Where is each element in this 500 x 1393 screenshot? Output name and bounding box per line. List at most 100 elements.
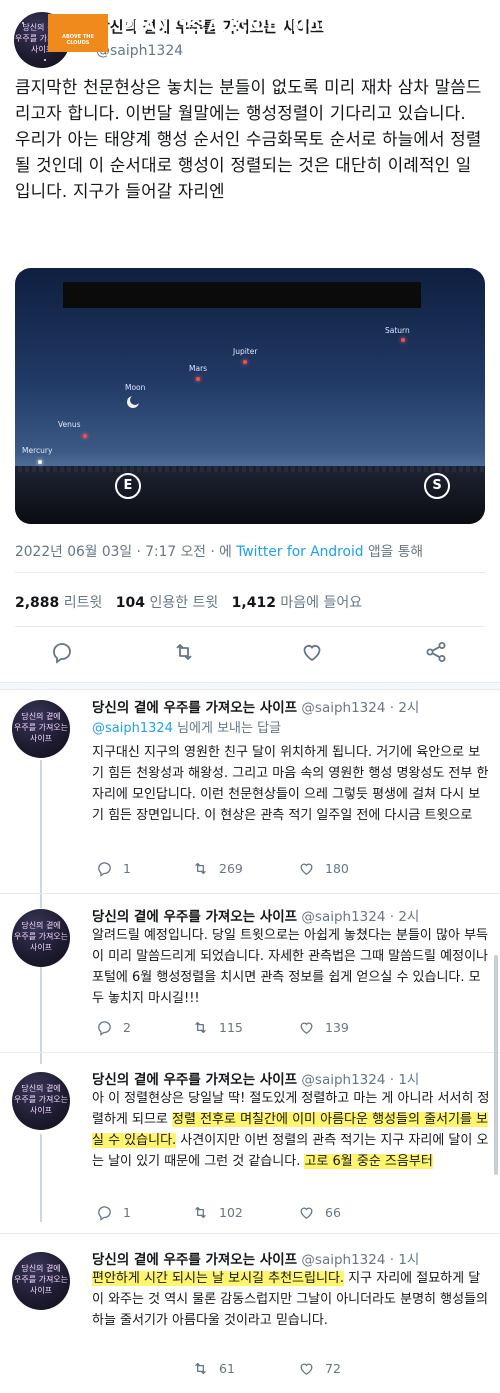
avatar-text-line: 우주를 가져오는 — [13, 932, 69, 941]
mercury-dot — [38, 460, 42, 464]
retweet-count[interactable]: 2,888 — [15, 595, 59, 611]
reply-icon — [98, 862, 111, 877]
like-label[interactable]: 마음에 들어요 — [280, 595, 362, 611]
user-handle[interactable]: @saiph1324 — [96, 43, 183, 59]
retweet-count: 102 — [219, 1205, 243, 1220]
retweet-count: 61 — [219, 1361, 235, 1376]
avatar[interactable]: 당신의 곁에 우주를 가져오는 사이프 — [12, 1252, 70, 1310]
reply-tweet[interactable]: 당신의 곁에 우주를 가져오는 사이프 당신의 곁에 우주를 가져오는 사이프 … — [0, 905, 500, 1045]
share-icon[interactable] — [424, 640, 448, 664]
user-handle[interactable]: @saiph1324 — [301, 1252, 385, 1268]
reply-tweet[interactable]: 당신의 곁에 우주를 가져오는 사이프 당신의 곁에 우주를 가져오는 사이프 … — [0, 696, 500, 888]
venus-dot — [83, 434, 87, 438]
client-suffix: 앱을 통해 — [367, 544, 424, 560]
retweet-icon[interactable] — [172, 640, 196, 664]
reply-button[interactable]: 1 — [96, 1204, 131, 1221]
tweet-stats: 2,888 리트윗 104 인용한 트윗 1,412 마음에 들어요 — [15, 592, 362, 612]
display-name[interactable]: 당신의 곁에 우주를 가져오는 사이프 — [92, 700, 297, 716]
scrollbar-thumb[interactable] — [494, 955, 498, 1175]
reply-button[interactable]: 1 — [96, 860, 131, 877]
reply-icon[interactable] — [50, 640, 74, 664]
reply-count: 1 — [123, 1205, 131, 1220]
avatar-text-line: 사이프 — [29, 943, 53, 952]
quote-label[interactable]: 인용한 트윗 — [149, 595, 218, 611]
reply-header: 당신의 곁에 우주를 가져오는 사이프 @saiph1324 · 2시 — [92, 696, 419, 716]
reply-icon — [98, 1206, 111, 1221]
reply-to-label: 님에게 보내는 답글 — [177, 721, 282, 736]
image-title-banner — [63, 282, 421, 308]
like-count[interactable]: 1,412 — [232, 595, 276, 611]
relative-time: · 1시 — [389, 1072, 420, 1088]
retweet-button[interactable]: 61 — [192, 1360, 235, 1377]
display-name[interactable]: 당신의 곁에 우주를 가져오는 사이프 — [92, 1252, 297, 1268]
client-link[interactable]: Twitter for Android — [236, 544, 363, 560]
divider — [0, 1052, 500, 1053]
avatar[interactable]: 당신의 곁에 우주를 가져오는 사이프 — [12, 1072, 70, 1130]
reply-text: 알려드릴 예정입니다. 당일 트윗으로는 아쉽게 놓쳤다는 분들이 많아 부득이… — [92, 928, 488, 1006]
reply-tweet[interactable]: 당신의 곁에 우주를 가져오는 사이프 당신의 곁에 우주를 가져오는 사이프 … — [0, 1248, 500, 1388]
retweet-button[interactable]: 102 — [192, 1204, 243, 1221]
avatar[interactable]: 당신의 곁에 우주를 가져오는 사이프 — [12, 909, 70, 967]
avatar-text-line: 당신의 곁에 — [21, 921, 61, 930]
highlighted-text: 고로 6월 중순 즈음부터 — [304, 1154, 433, 1169]
planet-label-mars: Mars — [189, 364, 208, 373]
avatar-text-line: 사이프 — [29, 734, 53, 743]
reply-header: 당신의 곁에 우주를 가져오는 사이프 @saiph1324 · 2시 — [92, 905, 419, 925]
like-icon — [300, 1363, 313, 1375]
avatar-text-line: 사이프 — [29, 1106, 53, 1115]
image-title: PLANETS ALIGN IN MORNING SKY — [122, 17, 419, 35]
reply-text: 편안하게 시간 되시는 날 보시길 추천드립니다. 지구 자리에 절묘하게 달이… — [92, 1268, 490, 1331]
relative-time: · 2시 — [389, 909, 420, 925]
avatar[interactable]: 당신의 곁에 우주를 가져오는 사이프 — [12, 700, 70, 758]
retweet-count: 115 — [219, 1020, 243, 1035]
section-separator — [0, 682, 500, 690]
reply-count: 2 — [123, 1020, 131, 1035]
like-icon[interactable] — [300, 640, 324, 664]
like-count: 180 — [325, 861, 349, 876]
image-date: JUNE 24, 2022 — [218, 39, 293, 49]
display-name[interactable]: 당신의 곁에 우주를 가져오는 사이프 — [92, 1072, 297, 1088]
compass-south-icon: S — [424, 473, 450, 499]
avatar-text-line: 우주를 가져오는 — [13, 723, 69, 732]
user-handle[interactable]: @saiph1324 — [301, 909, 385, 925]
avatar-text-line: 사이프 — [29, 1286, 53, 1295]
planet-label-mercury: Mercury — [22, 446, 53, 455]
reply-button[interactable]: 2 — [96, 1019, 131, 1036]
reply-header: 당신의 곁에 우주를 가져오는 사이프 @saiph1324 · 1시 — [92, 1248, 419, 1268]
tweet-actions — [0, 640, 500, 676]
like-button[interactable]: 72 — [298, 1360, 341, 1377]
reply-tweet[interactable]: 당신의 곁에 우주를 가져오는 사이프 당신의 곁에 우주를 가져오는 사이프 … — [0, 1068, 500, 1228]
like-icon — [300, 1207, 313, 1219]
retweet-icon — [195, 862, 206, 875]
retweet-button[interactable]: 115 — [192, 1019, 243, 1036]
above-the-clouds-logo: ABOVE THE CLOUDS — [48, 14, 108, 52]
quote-count[interactable]: 104 — [116, 595, 145, 611]
retweet-label[interactable]: 리트윗 — [64, 595, 103, 611]
like-button[interactable]: 139 — [298, 1019, 349, 1036]
like-button[interactable]: 66 — [298, 1204, 341, 1221]
tweet-image[interactable] — [15, 268, 485, 524]
retweet-button[interactable]: 269 — [192, 860, 243, 877]
avatar-star — [44, 59, 46, 61]
user-handle[interactable]: @saiph1324 — [301, 1072, 385, 1088]
divider — [15, 572, 485, 573]
like-icon — [300, 863, 313, 875]
retweet-icon — [195, 1362, 206, 1375]
avatar-text-line: 우주를 가져오는 — [13, 1275, 69, 1284]
main-tweet: 당신의 곁에 우주를 가져오는 사이프 당신의 곁에 우주를 가져오는 사이프 … — [0, 0, 500, 690]
highlighted-text: 편안하게 시간 되시는 날 보시길 추천드립니다. — [92, 1271, 345, 1286]
divider — [0, 1233, 500, 1234]
planet-label-jupiter: Jupiter — [233, 347, 258, 356]
avatar-text-line: 당신의 곁에 — [21, 1264, 61, 1273]
like-button[interactable]: 180 — [298, 860, 349, 877]
tweet-text: 큼지막한 천문현상은 놓치는 분들이 없도록 미리 재차 삼차 말씀드리고자 합… — [15, 77, 482, 201]
reply-actions: 1 269 180 — [92, 860, 492, 880]
display-name[interactable]: 당신의 곁에 우주를 가져오는 사이프 — [92, 909, 297, 925]
user-handle[interactable]: @saiph1324 — [301, 700, 385, 716]
timestamp: 2022년 06월 03일 · 7:17 오전 · 에 — [15, 544, 232, 560]
reply-to-handle[interactable]: @saiph1324 — [92, 721, 173, 736]
reply-text: 지구대신 지구의 영원한 친구 달이 위치하게 됩니다. 거기에 육안으로 보기… — [92, 745, 489, 823]
avatar-text-line: 당신의 곁에 — [21, 1084, 61, 1093]
relative-time: · 1시 — [389, 1252, 420, 1268]
like-count: 66 — [325, 1205, 341, 1220]
